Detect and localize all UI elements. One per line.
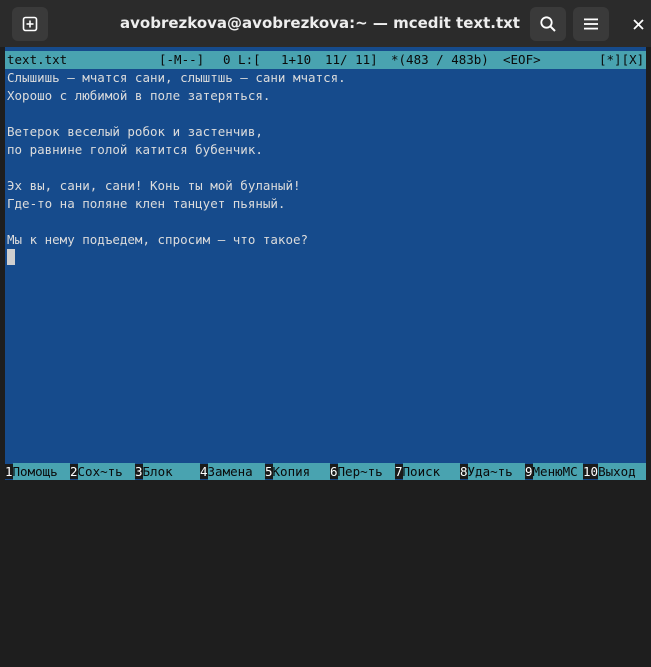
close-button[interactable]	[624, 11, 651, 37]
status-position: 1+10	[281, 52, 312, 67]
fkey-label: МенюMC	[532, 463, 583, 480]
text-line: Мы к нему подъедем, спросим – что такое?	[7, 232, 309, 247]
fkey-menu[interactable]: 9МенюMC	[525, 463, 583, 480]
new-tab-button[interactable]	[12, 7, 48, 41]
fkey-label: Блок	[142, 463, 200, 480]
status-eof: <EOF>	[503, 52, 541, 67]
status-lines: 11/ 11]	[325, 52, 378, 67]
fkey-label: Поиск	[402, 463, 460, 480]
text-line: Ветерок веселый робок и застенчив,	[7, 124, 263, 139]
text-line: Где-то на поляне клен танцует пьяный.	[7, 196, 286, 211]
editor-status-bar: text.txt [-M--] 0 L:[ 1+10 11/ 11] *(483…	[5, 51, 646, 69]
fkey-number: 1	[5, 464, 13, 479]
menu-button[interactable]	[573, 7, 609, 41]
status-flags: [*][X]	[599, 52, 645, 67]
fkey-number: 9	[525, 464, 533, 479]
fkey-exit[interactable]: 10Выход	[583, 463, 647, 480]
text-line	[7, 159, 346, 177]
new-tab-icon	[22, 16, 38, 32]
fkey-label: Копия	[272, 463, 330, 480]
text-line	[7, 105, 346, 123]
fkey-number: 3	[135, 464, 143, 479]
fkey-number: 2	[70, 464, 78, 479]
search-button[interactable]	[530, 7, 566, 41]
window-edge	[646, 47, 651, 480]
fkey-label: Помощь	[12, 463, 70, 480]
fkey-label: Выход	[598, 463, 647, 480]
fkey-label: Пер~ть	[337, 463, 395, 480]
status-chars: *(483 / 483b)	[391, 52, 489, 67]
text-line: Слышишь – мчатся сани, слыштшь – сани мч…	[7, 70, 346, 85]
terminal-area[interactable]: text.txt [-M--] 0 L:[ 1+10 11/ 11] *(483…	[5, 47, 647, 480]
title-bar: avobrezkova@avobrezkova:~ — mcedit text.…	[0, 0, 651, 47]
fkey-save[interactable]: 2Сох~ть	[70, 463, 135, 480]
window-title: avobrezkova@avobrezkova:~ — mcedit text.…	[120, 14, 520, 32]
status-mode: [-M--]	[159, 52, 205, 67]
text-line: Эх вы, сани, сани! Конь ты мой буланый!	[7, 178, 301, 193]
fkey-number: 7	[395, 464, 403, 479]
status-column: 0 L:[	[223, 52, 261, 67]
fkey-label: Замена	[207, 463, 265, 480]
editor-text[interactable]: Слышишь – мчатся сани, слыштшь – сани мч…	[7, 69, 346, 249]
fkey-copy[interactable]: 5Копия	[265, 463, 330, 480]
fkey-search[interactable]: 7Поиск	[395, 463, 460, 480]
text-cursor	[7, 249, 15, 265]
fkey-label: Сох~ть	[77, 463, 135, 480]
close-icon	[632, 18, 644, 30]
text-line: по равнине голой катится бубенчик.	[7, 142, 263, 157]
fkey-number: 4	[200, 464, 208, 479]
search-icon	[540, 16, 556, 32]
fkey-number: 10	[583, 464, 599, 479]
fkey-move[interactable]: 6Пер~ть	[330, 463, 395, 480]
fkey-replace[interactable]: 4Замена	[200, 463, 265, 480]
fkey-delete[interactable]: 8Уда~ть	[460, 463, 525, 480]
function-key-bar: 1Помощь 2Сох~ть 3Блок 4Замена 5Копия 6Пе…	[5, 463, 647, 480]
fkey-block[interactable]: 3Блок	[135, 463, 200, 480]
fkey-label: Уда~ть	[467, 463, 525, 480]
status-filename: text.txt	[7, 52, 68, 67]
fkey-number: 6	[330, 464, 338, 479]
text-line: Хорошо с любимой в поле затеряться.	[7, 88, 271, 103]
fkey-help[interactable]: 1Помощь	[5, 463, 70, 480]
fkey-number: 5	[265, 464, 273, 479]
fkey-number: 8	[460, 464, 468, 479]
text-line	[7, 213, 346, 231]
menu-icon	[584, 18, 598, 30]
